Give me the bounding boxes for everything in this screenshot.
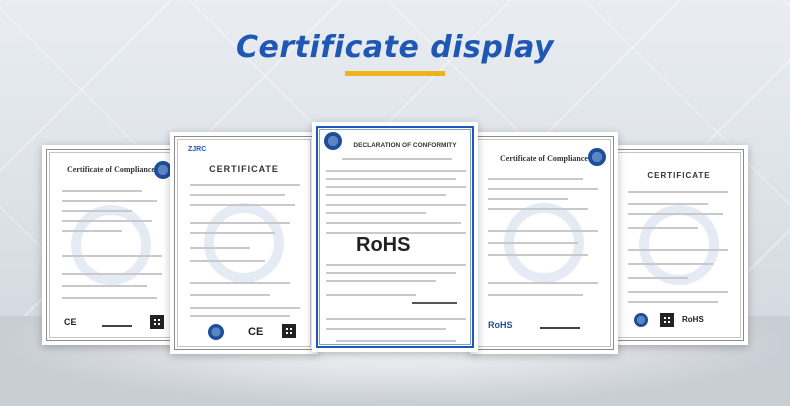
ce-mark: CE bbox=[248, 326, 264, 338]
certificate-card-2: ZJRC CERTIFICATE CE bbox=[170, 132, 318, 354]
qr-code-icon bbox=[660, 313, 674, 327]
qr-code-icon bbox=[282, 324, 296, 338]
seal-icon bbox=[588, 148, 606, 166]
title-accent-bar bbox=[345, 71, 445, 76]
rohs-mark: RoHS bbox=[682, 315, 704, 324]
certificate-heading: DECLARATION OF CONFORMITY bbox=[353, 142, 457, 149]
certificate-card-4: Certificate of Compliance RoHS bbox=[470, 132, 618, 354]
seal-icon bbox=[208, 324, 224, 340]
qr-code-icon bbox=[150, 315, 164, 329]
certificate-heading: CERTIFICATE bbox=[209, 164, 279, 174]
certificate-card-5: CERTIFICATE RoHS bbox=[610, 145, 748, 345]
rohs-mark: RoHS bbox=[356, 234, 411, 256]
page-title: Certificate display bbox=[235, 30, 555, 65]
certificate-card-1: Certificate of Compliance CE bbox=[42, 145, 180, 345]
watermark-logo bbox=[204, 203, 284, 283]
ce-mark: CE bbox=[64, 317, 77, 327]
certificate-heading: CERTIFICATE bbox=[647, 171, 711, 180]
certificate-card-3: DECLARATION OF CONFORMITY RoHS bbox=[312, 122, 478, 352]
issuer-logo: ZJRC bbox=[188, 146, 207, 153]
rohs-mark: RoHS bbox=[488, 320, 513, 330]
seal-icon bbox=[634, 313, 648, 327]
watermark-logo bbox=[639, 205, 719, 285]
